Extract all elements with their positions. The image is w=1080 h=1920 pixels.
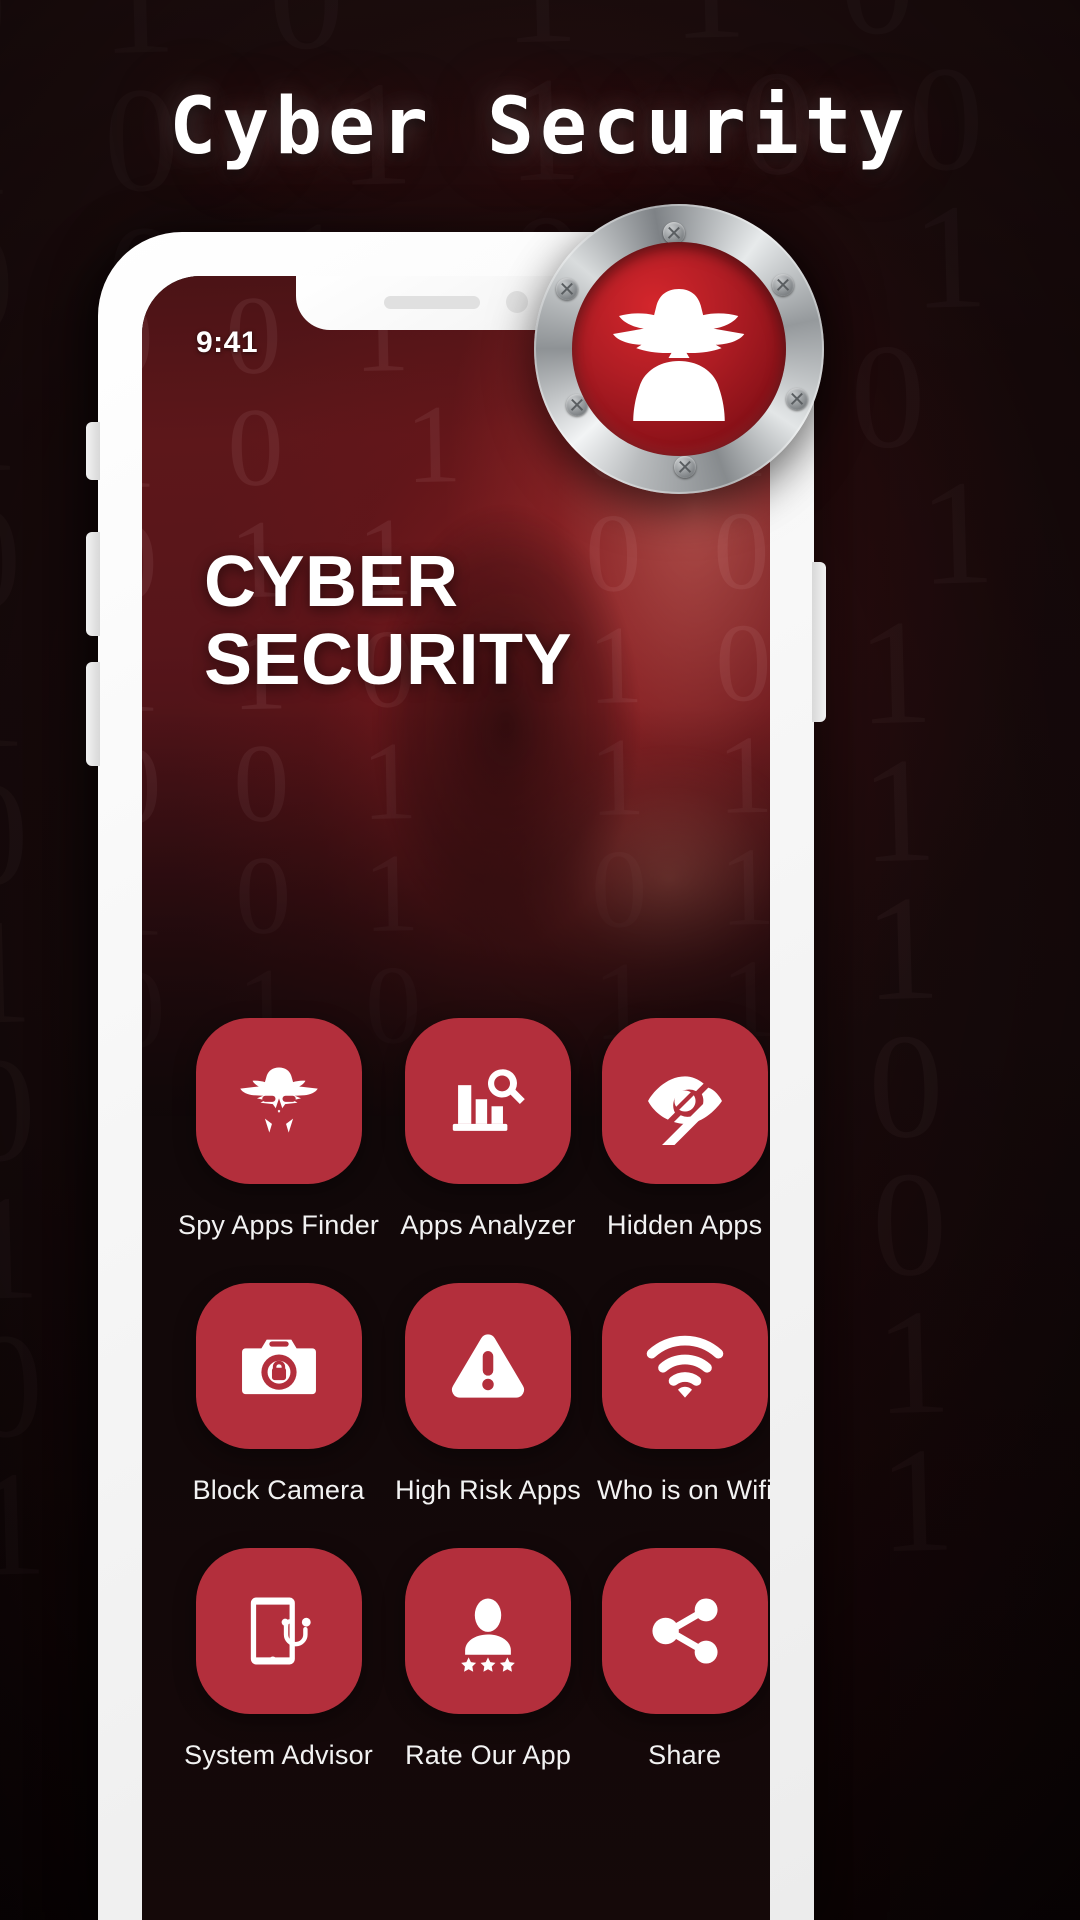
apps-analyzer-button[interactable]	[405, 1018, 572, 1184]
mute-switch[interactable]	[86, 422, 100, 480]
camera-lock-icon	[241, 1339, 316, 1395]
feature-label: System Advisor	[184, 1740, 373, 1770]
volume-up-button[interactable]	[86, 532, 100, 636]
feature-cell-high-risk-apps[interactable]: High Risk Apps	[395, 1283, 581, 1506]
badge-screw-icon	[786, 388, 808, 410]
eye-off-icon	[647, 1076, 722, 1145]
share-nodes-icon	[652, 1598, 718, 1664]
spy-agent-icon	[613, 289, 745, 421]
block-camera-button[interactable]	[195, 1283, 362, 1449]
power-button[interactable]	[812, 562, 826, 722]
volume-down-button[interactable]	[86, 662, 100, 766]
poster-title: Cyber Security	[169, 82, 911, 172]
rate-our-app-button[interactable]	[405, 1548, 572, 1714]
badge-screw-icon	[674, 456, 696, 478]
user-stars-icon	[461, 1598, 515, 1672]
phone-stethoscope-icon	[250, 1597, 311, 1665]
share-button[interactable]	[601, 1548, 768, 1714]
feature-cell-spy-apps-finder[interactable]: Spy Apps Finder	[178, 1018, 379, 1241]
badge-screw-icon	[772, 274, 794, 296]
warning-triangle-icon	[452, 1334, 525, 1398]
badge-screw-icon	[663, 222, 685, 244]
spy-face-icon	[239, 1067, 318, 1133]
feature-cell-system-advisor[interactable]: System Advisor	[178, 1548, 379, 1771]
feature-label: Rate Our App	[405, 1740, 572, 1770]
feature-cell-who-is-on-wifi[interactable]: Who is on Wifi	[597, 1283, 770, 1506]
wifi-icon	[646, 1335, 723, 1398]
feature-cell-share[interactable]: Share	[597, 1548, 770, 1771]
feature-grid: Spy Apps Finder Apps Analyzer Hidden App…	[142, 1018, 770, 1771]
system-advisor-button[interactable]	[195, 1548, 362, 1714]
front-camera-icon	[506, 291, 528, 313]
chart-search-icon	[452, 1069, 525, 1131]
badge-screw-icon	[556, 278, 578, 300]
feature-label: Spy Apps Finder	[178, 1210, 380, 1240]
app-heading: CYBER SECURITY	[204, 542, 573, 700]
feature-cell-rate-our-app[interactable]: Rate Our App	[395, 1548, 581, 1771]
feature-cell-hidden-apps[interactable]: Hidden Apps	[597, 1018, 770, 1241]
spy-apps-finder-button[interactable]	[195, 1018, 362, 1184]
hidden-apps-button[interactable]	[601, 1018, 768, 1184]
status-bar-clock: 9:41	[196, 326, 259, 359]
feature-label: Block Camera	[192, 1475, 365, 1505]
speaker-grille-icon	[384, 295, 480, 309]
high-risk-apps-button[interactable]	[405, 1283, 572, 1449]
feature-label: Apps Analyzer	[400, 1210, 576, 1240]
feature-label: Who is on Wifi	[597, 1475, 770, 1505]
feature-cell-block-camera[interactable]: Block Camera	[178, 1283, 379, 1506]
feature-label: High Risk Apps	[395, 1475, 582, 1505]
spy-badge	[534, 204, 824, 494]
badge-inner-disc	[572, 242, 786, 456]
feature-label: Hidden Apps	[607, 1210, 763, 1240]
phone-screen: 0 0 1 1 1 0 0 1 1 0 1 0 1 1 1 0 0 1 1 0 …	[142, 276, 770, 1920]
feature-cell-apps-analyzer[interactable]: Apps Analyzer	[395, 1018, 581, 1241]
app-heading-line-1: CYBER	[204, 542, 459, 622]
who-is-on-wifi-button[interactable]	[601, 1283, 768, 1449]
app-heading-line-2: SECURITY	[204, 619, 573, 700]
feature-label: Share	[648, 1740, 722, 1770]
